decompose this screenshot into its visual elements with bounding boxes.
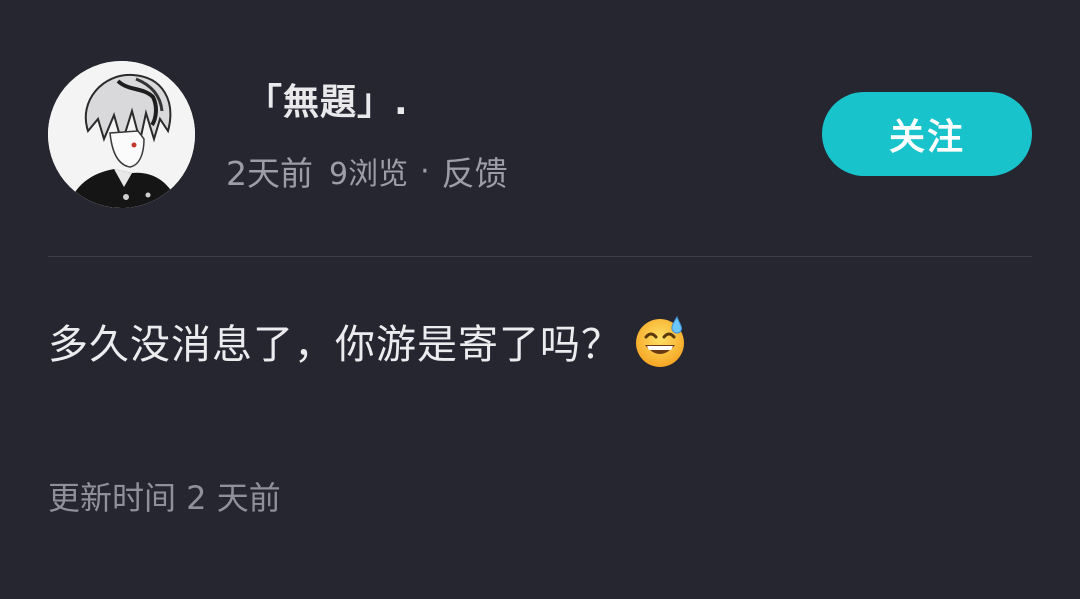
user-avatar[interactable]: [48, 61, 195, 208]
grinning-sweat-emoji-icon: [632, 313, 688, 369]
meta-separator: ·: [420, 153, 430, 189]
post-content: 多久没消息了，你游是寄了吗？: [48, 306, 688, 376]
anime-avatar-icon: [48, 61, 195, 208]
feedback-link[interactable]: 反馈: [442, 147, 508, 195]
updated-time: 更新时间 2 天前: [48, 479, 281, 517]
post-meta: 2天前 9浏览 · 反馈: [226, 146, 508, 196]
view-count: 9浏览: [329, 157, 409, 192]
post-time: 2天前: [226, 154, 313, 193]
post-text: 多久没消息了，你游是寄了吗？: [48, 322, 622, 368]
follow-button[interactable]: 关注: [822, 92, 1032, 176]
divider: [48, 256, 1032, 257]
username[interactable]: 「無題」.: [246, 78, 409, 128]
